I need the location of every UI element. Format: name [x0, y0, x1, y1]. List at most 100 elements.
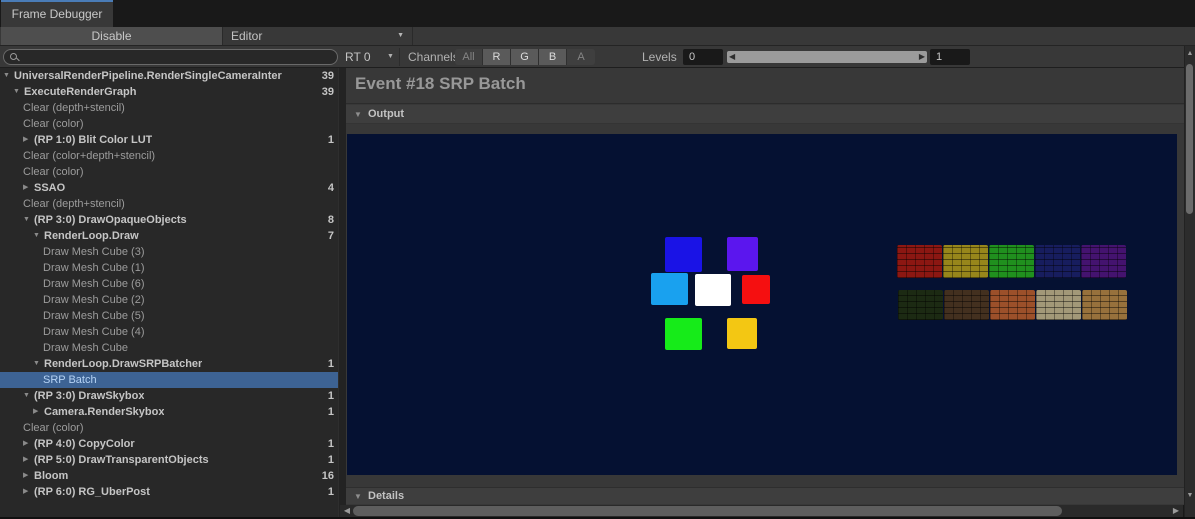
tree-row-label: Clear (color) — [23, 166, 84, 178]
tree-row[interactable]: ▶ (RP 1:0) Blit Color LUT 1 — [0, 132, 338, 148]
tree-row-label: RenderLoop.Draw — [44, 230, 139, 242]
tree-row[interactable]: ▼ UniversalRenderPipeline.RenderSingleCam… — [0, 68, 338, 84]
foldout-arrow[interactable]: ▼ — [33, 228, 44, 244]
details-foldout[interactable]: ▼ Details — [346, 487, 1184, 504]
foldout-arrow[interactable]: ▶ — [23, 132, 34, 148]
channel-button-all[interactable]: All — [455, 49, 483, 65]
textured-cube — [897, 245, 942, 278]
tree-row-label: (RP 5:0) DrawTransparentObjects — [34, 454, 209, 466]
channel-button-b[interactable]: B — [539, 49, 567, 65]
tree-row[interactable]: ▼ ExecuteRenderGraph 39 — [0, 84, 338, 100]
tree-row[interactable]: ▶ Bloom 16 — [0, 468, 338, 484]
foldout-arrow[interactable]: ▶ — [23, 468, 34, 484]
foldout-arrow[interactable]: ▶ — [23, 436, 34, 452]
textured-cube — [1036, 290, 1081, 320]
foldout-arrow[interactable]: ▼ — [23, 212, 34, 228]
channel-button-g[interactable]: G — [511, 49, 539, 65]
scroll-right-icon[interactable]: ▶ — [1170, 505, 1182, 517]
tree-row[interactable]: ▶ SSAO 4 — [0, 180, 338, 196]
red-cube — [742, 275, 770, 304]
output-foldout[interactable]: ▼ Output — [346, 105, 1184, 124]
disable-button[interactable]: Disable — [1, 27, 223, 45]
tree-row-label: Draw Mesh Cube (6) — [43, 278, 145, 290]
vertical-scrollbar[interactable]: ▲ ▼ — [1184, 46, 1195, 519]
scroll-down-icon[interactable]: ▼ — [1185, 492, 1195, 499]
draw-call-count: 39 — [321, 70, 334, 82]
tree-row[interactable]: ▼ (RP 3:0) DrawOpaqueObjects 8 — [0, 212, 338, 228]
search-box[interactable] — [3, 49, 338, 65]
horizontal-scrollbar-thumb[interactable] — [353, 506, 1062, 516]
draw-call-count: 7 — [327, 230, 334, 242]
levels-min-handle[interactable]: ◀ — [729, 51, 735, 63]
foldout-open-icon: ▼ — [354, 492, 362, 501]
foldout-arrow[interactable]: ▶ — [23, 180, 34, 196]
tree-row[interactable]: Draw Mesh Cube (4) — [0, 324, 338, 340]
scroll-left-icon[interactable]: ◀ — [341, 505, 353, 517]
levels-min-value: 0 — [683, 49, 723, 65]
levels-max-value: 1 — [930, 49, 970, 65]
textured-cube — [1035, 245, 1080, 278]
tree-row[interactable]: ▶ (RP 4:0) CopyColor 1 — [0, 436, 338, 452]
render-target-dropdown[interactable]: RT 0 ▼ — [345, 46, 394, 68]
tree-row[interactable]: Draw Mesh Cube — [0, 340, 338, 356]
search-input[interactable] — [22, 50, 322, 64]
horizontal-scrollbar[interactable]: ◀ ▶ — [340, 505, 1183, 517]
draw-call-count: 1 — [327, 454, 334, 466]
foldout-arrow[interactable]: ▶ — [33, 404, 44, 420]
draw-call-count: 1 — [327, 358, 334, 370]
tree-scrollbar[interactable] — [338, 68, 346, 517]
tree-row[interactable]: ▼ RenderLoop.Draw 7 — [0, 228, 338, 244]
levels-label: Levels — [642, 50, 677, 64]
tree-row[interactable]: Clear (color) — [0, 420, 338, 436]
tree-row[interactable]: ▼ (RP 3:0) DrawSkybox 1 — [0, 388, 338, 404]
levels-range-slider[interactable]: ◀ ▶ — [727, 51, 927, 63]
tree-row[interactable]: ▶ (RP 5:0) DrawTransparentObjects 1 — [0, 452, 338, 468]
tree-row[interactable]: ▶ Camera.RenderSkybox 1 — [0, 404, 338, 420]
tree-row[interactable]: ▼ RenderLoop.DrawSRPBatcher 1 — [0, 356, 338, 372]
foldout-arrow[interactable]: ▶ — [23, 484, 34, 500]
tree-row[interactable]: ▶ (RP 6:0) RG_UberPost 1 — [0, 484, 338, 500]
channels-label: Channels — [408, 50, 459, 64]
search-icon — [10, 53, 17, 60]
foldout-arrow[interactable]: ▼ — [33, 356, 44, 372]
target-dropdown[interactable]: Editor ▼ — [224, 27, 413, 45]
tree-row[interactable]: Draw Mesh Cube (6) — [0, 276, 338, 292]
draw-call-count: 1 — [327, 390, 334, 402]
tree-row[interactable]: Draw Mesh Cube (3) — [0, 244, 338, 260]
foldout-arrow[interactable]: ▼ — [13, 84, 24, 100]
target-dropdown-label: Editor — [231, 29, 263, 43]
tree-row-label: UniversalRenderPipeline.RenderSingleCame… — [14, 70, 282, 82]
green-cube — [665, 318, 702, 350]
scroll-up-icon[interactable]: ▲ — [1185, 50, 1195, 57]
textured-cube — [1082, 290, 1127, 320]
tree-row-label: Clear (color+depth+stencil) — [23, 150, 156, 162]
foldout-arrow[interactable]: ▶ — [23, 452, 34, 468]
tree-row-label: Draw Mesh Cube (2) — [43, 294, 145, 306]
tree-row-label: (RP 4:0) CopyColor — [34, 438, 135, 450]
tab-frame-debugger[interactable]: Frame Debugger — [1, 0, 113, 27]
draw-call-count: 16 — [321, 470, 334, 482]
vertical-scrollbar-thumb[interactable] — [1186, 64, 1193, 214]
channel-button-a[interactable]: A — [567, 49, 595, 65]
textured-cube — [989, 245, 1034, 278]
tree-row[interactable]: Clear (color) — [0, 116, 338, 132]
tree-row[interactable]: Clear (color) — [0, 164, 338, 180]
tree-row[interactable]: SRP Batch — [0, 372, 338, 388]
tree-row[interactable]: Draw Mesh Cube (2) — [0, 292, 338, 308]
tree-row-label: Draw Mesh Cube (5) — [43, 310, 145, 322]
levels-max-handle[interactable]: ▶ — [919, 51, 925, 63]
tree-row[interactable]: Draw Mesh Cube (1) — [0, 260, 338, 276]
tree-row[interactable]: Draw Mesh Cube (5) — [0, 308, 338, 324]
tree-row[interactable]: Clear (color+depth+stencil) — [0, 148, 338, 164]
event-detail-panel: Event #18 SRP Batch ▼ Output ▼ Details — [346, 68, 1184, 505]
tree-row[interactable]: Clear (depth+stencil) — [0, 196, 338, 212]
foldout-arrow[interactable]: ▼ — [23, 388, 34, 404]
details-label: Details — [368, 490, 405, 502]
frame-debugger-window: Frame Debugger Disable Editor ▼ ◀ ▶ RT 0… — [0, 0, 1195, 519]
tree-row-label: (RP 6:0) RG_UberPost — [34, 486, 150, 498]
tree-row[interactable]: Clear (depth+stencil) — [0, 100, 338, 116]
tree-row-label: Draw Mesh Cube (1) — [43, 262, 145, 274]
channel-button-r[interactable]: R — [483, 49, 511, 65]
tree-row-label: Draw Mesh Cube (4) — [43, 326, 145, 338]
foldout-arrow[interactable]: ▼ — [3, 68, 14, 84]
